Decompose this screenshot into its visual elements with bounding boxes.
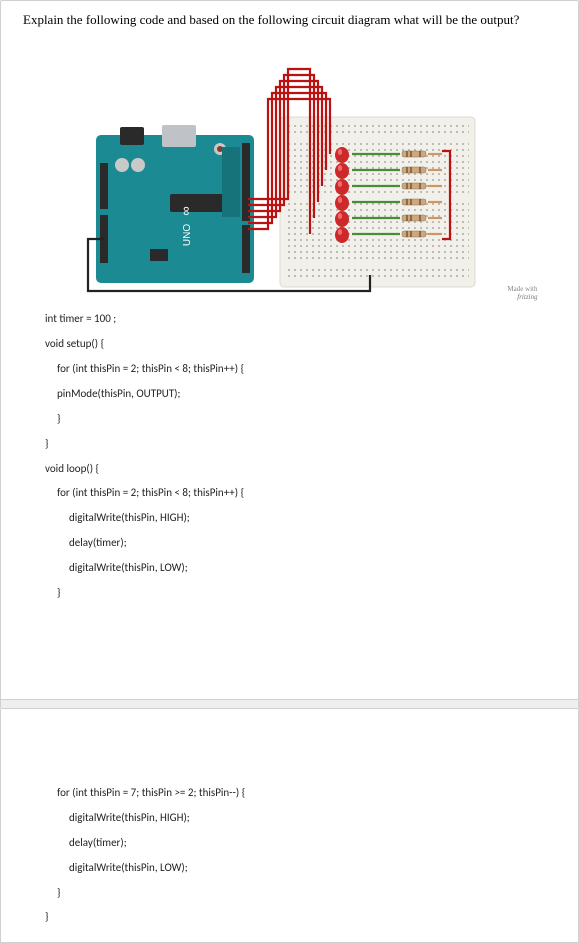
code-line: digitalWrite(thisPin, LOW); <box>45 558 556 579</box>
code-line: } <box>45 883 556 904</box>
code-line: } <box>45 409 556 430</box>
code-block-1: int timer = 100 ; void setup() { for (in… <box>23 309 556 604</box>
page-1: Explain the following code and based on … <box>0 0 579 700</box>
code-line: digitalWrite(thisPin, HIGH); <box>45 508 556 529</box>
question-text: Explain the following code and based on … <box>23 11 556 29</box>
code-line: digitalWrite(thisPin, LOW); <box>45 858 556 879</box>
code-line: delay(timer); <box>45 533 556 554</box>
code-line: } <box>45 434 556 455</box>
code-line: void setup() { <box>45 334 556 355</box>
code-line: for (int thisPin = 2; thisPin < 8; thisP… <box>45 359 556 380</box>
code-line: delay(timer); <box>45 833 556 854</box>
code-block-2: for (int thisPin = 7; thisPin >= 2; this… <box>23 783 556 928</box>
code-line: int timer = 100 ; <box>45 309 556 330</box>
page-gap <box>0 700 579 708</box>
circuit-diagram-wrap: ∞ UNO <box>23 39 556 299</box>
circuit-svg: ∞ UNO <box>70 39 510 299</box>
circuit-diagram: ∞ UNO <box>70 39 510 299</box>
code-line: digitalWrite(thisPin, HIGH); <box>45 808 556 829</box>
diagram-credit: Made with fritzing <box>507 286 537 301</box>
arduino-board: ∞ UNO <box>96 125 254 283</box>
arduino-uno-label: UNO <box>182 224 193 246</box>
page-2: for (int thisPin = 7; thisPin >= 2; this… <box>0 708 579 943</box>
code-line: } <box>45 907 556 928</box>
code-line: void loop() { <box>45 459 556 480</box>
code-line: for (int thisPin = 2; thisPin < 8; thisP… <box>45 483 556 504</box>
code-line: } <box>45 583 556 604</box>
code-line: pinMode(thisPin, OUTPUT); <box>45 384 556 405</box>
code-line: for (int thisPin = 7; thisPin >= 2; this… <box>45 783 556 804</box>
credit-tool: fritzing <box>517 293 537 301</box>
arduino-infinity: ∞ <box>178 207 193 216</box>
